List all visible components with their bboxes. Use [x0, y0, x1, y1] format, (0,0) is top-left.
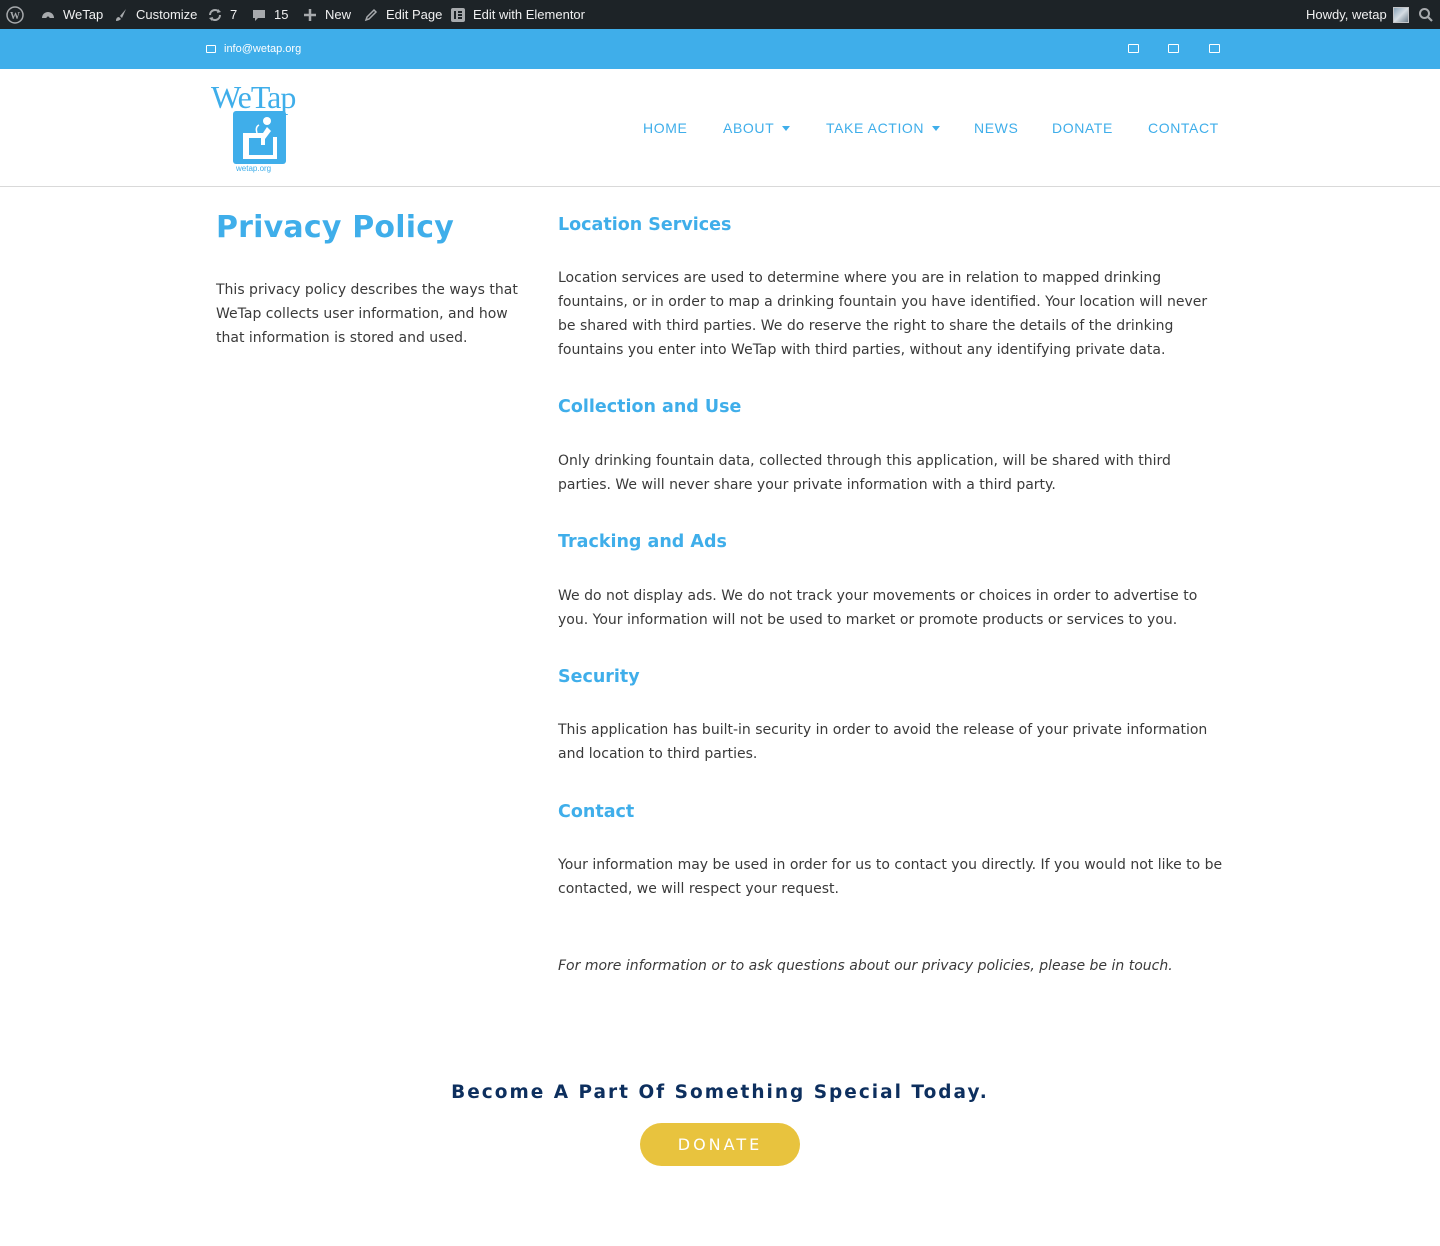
- caret-down-icon: [782, 125, 791, 131]
- email-link[interactable]: info@wetap.org: [206, 29, 301, 69]
- comments-link[interactable]: 15: [250, 0, 288, 29]
- social-icon-3[interactable]: [1209, 44, 1220, 53]
- pencil-icon: [362, 6, 380, 24]
- customize-label: Customize: [136, 7, 198, 22]
- section-title-tracking: Tracking and Ads: [558, 532, 727, 552]
- nav-about-label: ABOUT: [723, 120, 775, 136]
- howdy-label: Howdy, wetap: [1306, 7, 1387, 22]
- donate-button-label: DONATE: [677, 1135, 763, 1154]
- updates-link[interactable]: 7: [206, 0, 237, 29]
- logo-url-text: wetap.org: [236, 164, 272, 173]
- email-text: info@wetap.org: [224, 43, 302, 55]
- search-button[interactable]: [1417, 0, 1435, 29]
- comments-icon: [250, 6, 268, 24]
- page-title: Privacy Policy: [216, 210, 454, 245]
- caret-down-icon: [932, 125, 941, 131]
- new-content-menu[interactable]: New: [301, 0, 351, 29]
- nav-news[interactable]: NEWS: [974, 69, 1018, 187]
- nav-news-label: NEWS: [974, 120, 1019, 136]
- intro-text: This privacy policy describes the ways t…: [216, 282, 518, 346]
- social-icon-1[interactable]: [1128, 44, 1139, 53]
- updates-icon: [206, 6, 224, 24]
- edit-elementor-link[interactable]: Edit with Elementor: [449, 0, 585, 29]
- customize-link[interactable]: Customize: [112, 0, 197, 29]
- edit-page-link[interactable]: Edit Page: [362, 0, 442, 29]
- updates-count: 7: [230, 7, 238, 22]
- top-info-bar: info@wetap.org: [0, 29, 1440, 69]
- my-account-menu[interactable]: Howdy, wetap: [1306, 0, 1409, 29]
- nav-donate-label: DONATE: [1052, 120, 1113, 136]
- section-text-collection: Only drinking fountain data, collected t…: [558, 453, 1171, 493]
- dashboard-icon: [39, 6, 57, 24]
- edit-page-label: Edit Page: [386, 7, 443, 22]
- nav-take-action-label: TAKE ACTION: [826, 120, 925, 136]
- nav-take-action[interactable]: TAKE ACTION: [826, 69, 941, 187]
- elementor-icon: [449, 6, 467, 24]
- nav-contact[interactable]: CONTACT: [1148, 69, 1219, 187]
- wordpress-icon: W: [6, 5, 24, 24]
- edit-elementor-label: Edit with Elementor: [473, 7, 585, 22]
- search-icon: [1417, 6, 1435, 24]
- section-title-security: Security: [558, 667, 640, 687]
- logo-text: WeTap: [211, 79, 296, 115]
- donate-button[interactable]: DONATE: [640, 1123, 800, 1166]
- mail-icon: [206, 45, 216, 53]
- site-name-label: WeTap: [63, 7, 104, 22]
- brush-icon: [112, 6, 130, 24]
- nav-about[interactable]: ABOUT: [723, 69, 791, 187]
- wp-logo-menu[interactable]: W: [6, 0, 24, 29]
- nav-donate[interactable]: DONATE: [1052, 69, 1113, 187]
- cta-title: Become A Part Of Something Special Today…: [451, 1082, 989, 1103]
- new-label: New: [325, 7, 352, 22]
- plus-icon: [301, 6, 319, 24]
- avatar: [1392, 6, 1409, 23]
- contact-note: For more information or to ask questions…: [558, 958, 1173, 974]
- comments-count: 15: [274, 7, 289, 22]
- section-title-contact: Contact: [558, 802, 635, 822]
- nav-home-label: HOME: [643, 120, 688, 136]
- admin-bar: W WeTap Customize 7 15 New Edit Page Edi…: [0, 0, 1440, 29]
- section-text-tracking: We do not display ads. We do not track y…: [558, 588, 1198, 628]
- site-header: WeTap wetap.org HOME ABOUT TAKE ACTION N…: [0, 69, 1440, 187]
- section-title-location: Location Services: [558, 215, 732, 235]
- section-text-contact: Your information may be used in order fo…: [558, 857, 1223, 897]
- section-text-security: This application has built-in security i…: [558, 722, 1208, 762]
- section-text-location: Location services are used to determine …: [558, 270, 1208, 358]
- social-icon-2[interactable]: [1168, 44, 1179, 53]
- section-title-collection: Collection and Use: [558, 397, 742, 417]
- site-name-menu[interactable]: WeTap: [39, 0, 103, 29]
- nav-home[interactable]: HOME: [643, 69, 687, 187]
- fountain-logo-icon: [233, 111, 286, 164]
- nav-contact-label: CONTACT: [1148, 120, 1219, 136]
- site-logo[interactable]: WeTap wetap.org: [208, 81, 304, 175]
- svg-text:W: W: [10, 11, 20, 22]
